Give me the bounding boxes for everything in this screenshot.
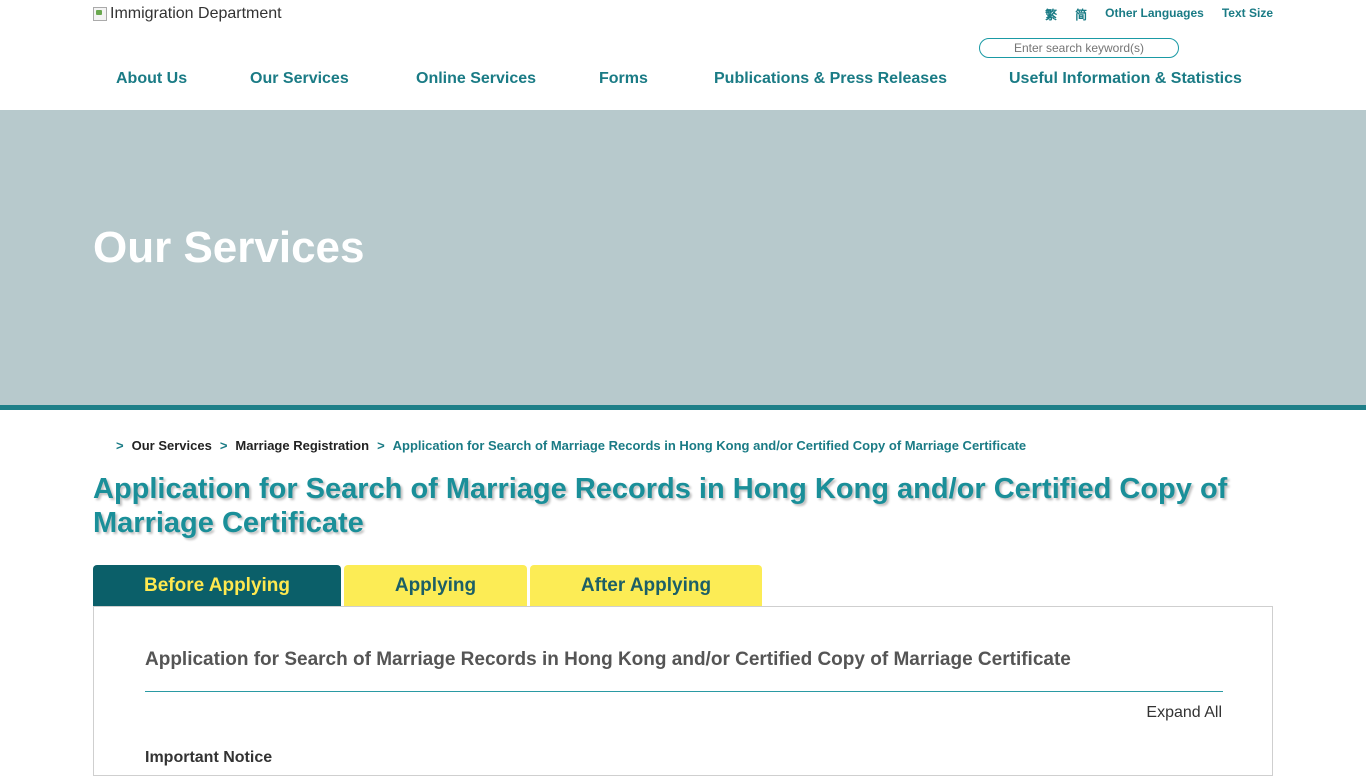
site-logo[interactable]: Immigration Department: [93, 5, 282, 23]
main-nav: About Us Our Services Online Services Fo…: [93, 70, 1273, 90]
simplified-chinese-link[interactable]: 简: [1075, 6, 1087, 23]
broken-image-icon: [93, 7, 107, 21]
important-notice-header[interactable]: Important Notice: [145, 749, 272, 767]
expand-all-button[interactable]: Expand All: [1146, 704, 1222, 722]
text-size-link[interactable]: Text Size: [1222, 6, 1273, 23]
utility-links: 繁 简 Other Languages Text Size: [1045, 6, 1273, 23]
tab-applying[interactable]: Applying: [344, 565, 527, 607]
nav-publications[interactable]: Publications & Press Releases: [714, 70, 947, 88]
heading-divider: [145, 691, 1223, 692]
nav-forms[interactable]: Forms: [599, 70, 648, 88]
breadcrumb-current: Application for Search of Marriage Recor…: [392, 438, 1027, 453]
breadcrumb-our-services[interactable]: Our Services: [132, 438, 212, 453]
page-title: Application for Search of Marriage Recor…: [93, 473, 1228, 539]
tab-content-panel: Application for Search of Marriage Recor…: [93, 606, 1273, 776]
breadcrumb-separator: >: [116, 438, 124, 453]
breadcrumb: > Our Services > Marriage Registration >…: [116, 438, 1026, 453]
breadcrumb-separator: >: [377, 438, 385, 453]
breadcrumb-marriage-registration[interactable]: Marriage Registration: [235, 438, 369, 453]
nav-online-services[interactable]: Online Services: [416, 70, 536, 88]
section-heading: Application for Search of Marriage Recor…: [145, 649, 1071, 670]
tab-before-applying[interactable]: Before Applying: [93, 565, 341, 607]
breadcrumb-separator: >: [219, 438, 228, 453]
hero-banner: Our Services: [0, 110, 1366, 410]
nav-our-services[interactable]: Our Services: [250, 70, 349, 88]
banner-title: Our Services: [93, 223, 365, 272]
nav-about-us[interactable]: About Us: [116, 70, 187, 88]
search-input[interactable]: [979, 38, 1179, 58]
nav-useful-information[interactable]: Useful Information & Statistics: [1009, 70, 1242, 88]
other-languages-link[interactable]: Other Languages: [1105, 6, 1204, 23]
traditional-chinese-link[interactable]: 繁: [1045, 6, 1057, 23]
tab-after-applying[interactable]: After Applying: [530, 565, 762, 607]
logo-alt-text: Immigration Department: [110, 5, 282, 22]
